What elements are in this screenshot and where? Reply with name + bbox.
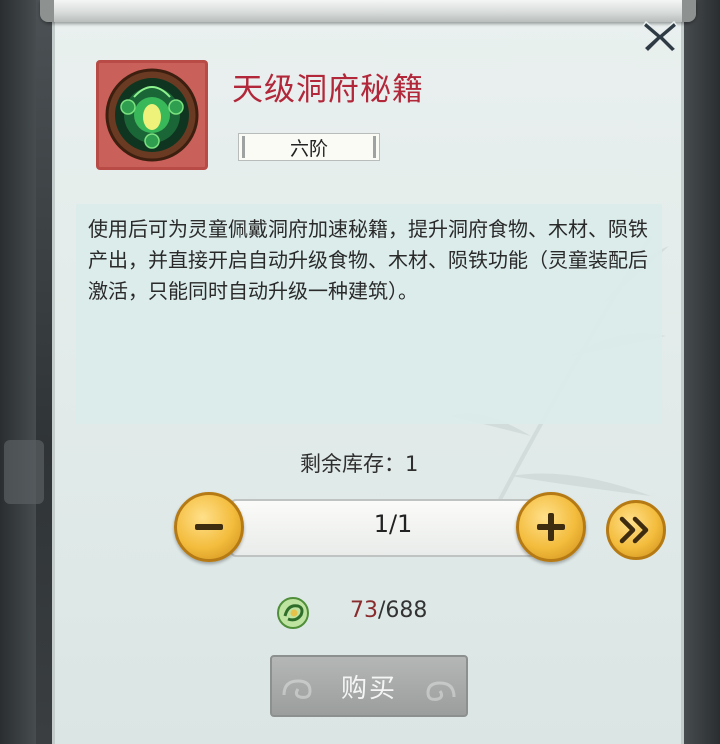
- roller-cap-right: [682, 0, 696, 22]
- grade-tag: 六阶: [238, 133, 380, 161]
- total-cost: /688: [378, 598, 428, 623]
- item-icon-frame: [96, 60, 208, 170]
- buy-button-label: 购买: [340, 673, 397, 704]
- close-icon: [641, 20, 679, 54]
- jade-coin-icon: [277, 597, 309, 629]
- cloud-swirl-icon: [282, 679, 312, 699]
- double-chevron-right-icon: [619, 516, 649, 544]
- buy-button[interactable]: 购买: [270, 655, 468, 717]
- roller-cap-left: [40, 0, 54, 22]
- stock-remaining: 剩余库存：1: [300, 452, 419, 476]
- green-orb-icon: [105, 68, 199, 162]
- cloud-swirl-icon: [426, 681, 456, 701]
- backdrop-left-edge: [0, 0, 36, 744]
- backdrop-right-edge: [684, 0, 720, 744]
- quantity-value: 1/1: [373, 510, 413, 538]
- background-tab: [4, 440, 44, 504]
- item-name: 天级洞府秘籍: [232, 72, 424, 108]
- owned-amount: 73: [350, 598, 378, 623]
- close-button[interactable]: [640, 18, 680, 54]
- scroll-top-roller: [40, 0, 696, 22]
- max-quantity-button[interactable]: [606, 500, 666, 560]
- price-display: 73/688: [350, 598, 427, 623]
- description-box: 使用后可为灵童佩戴洞府加速秘籍，提升洞府食物、木材、陨铁产出，并直接开启自动升级…: [76, 204, 662, 424]
- item-description: 使用后可为灵童佩戴洞府加速秘籍，提升洞府食物、木材、陨铁产出，并直接开启自动升级…: [88, 217, 648, 303]
- decrease-quantity-button[interactable]: [174, 492, 244, 562]
- increase-quantity-button[interactable]: [516, 492, 586, 562]
